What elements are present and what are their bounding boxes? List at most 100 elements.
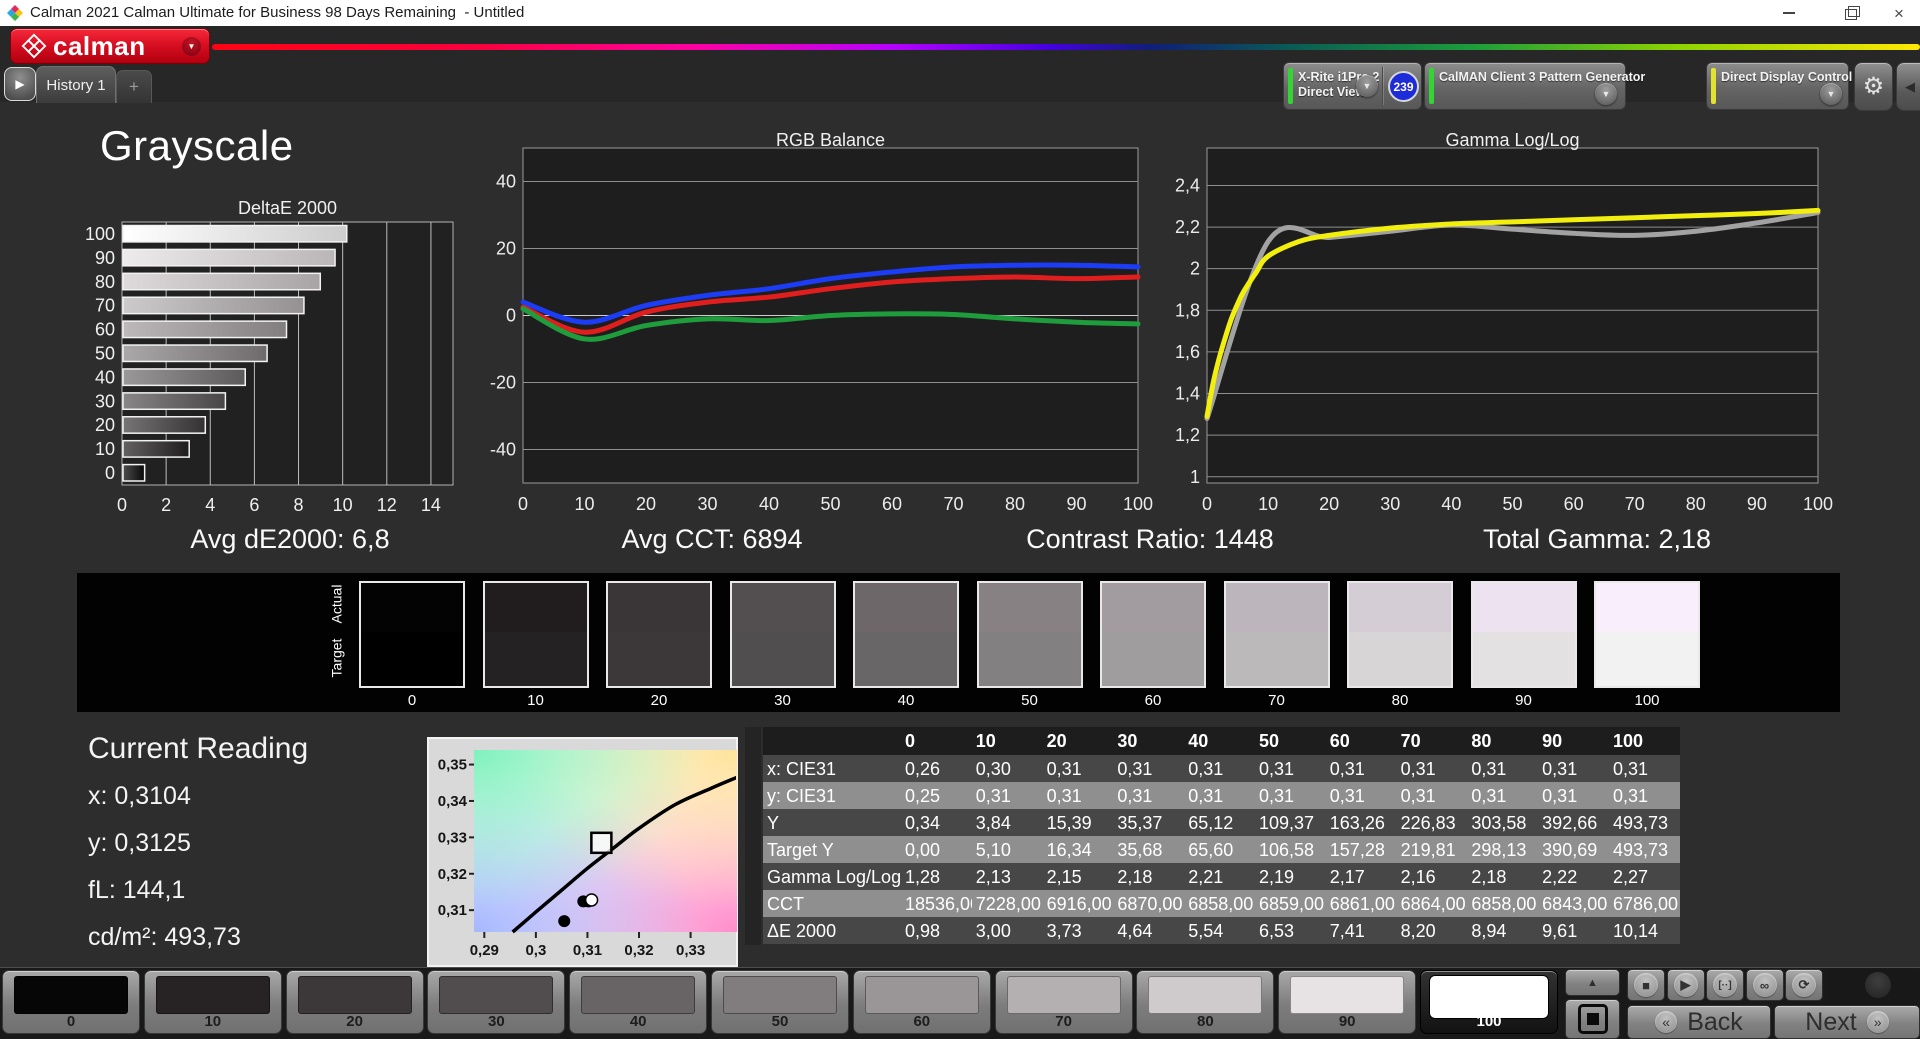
deltae-chart-svg: 0 2 4 6 8 10 12 141009080706050403020100 — [85, 221, 454, 515]
swatch-70 — [1223, 581, 1330, 688]
collapse-panel-button[interactable]: ◀ — [1896, 62, 1920, 111]
table-column-header: 40 — [1188, 731, 1209, 751]
rgb-box-svg: 40200-20-400 10 20 30 40 50 60 70 80 90 100 — [490, 147, 1153, 514]
pattern-panel-up-button[interactable]: ▲ — [1565, 969, 1620, 996]
continuous-icon: ∞ — [1752, 973, 1777, 997]
swatch-60 — [1100, 581, 1206, 688]
table-cell: 0,34 — [905, 813, 941, 833]
settings-button[interactable]: ⚙ — [1854, 62, 1893, 111]
chevron-down-icon[interactable]: ▼ — [1820, 83, 1842, 105]
current-reading-x: x: 0,3104 — [88, 782, 191, 810]
swatch-80 — [1347, 581, 1453, 688]
chevron-down-icon[interactable]: ▼ — [1356, 75, 1378, 97]
play-button[interactable]: ▶ — [1666, 969, 1705, 1001]
stop-button[interactable]: ■ — [1627, 969, 1665, 1001]
top-chrome — [0, 26, 1920, 102]
table-cell: 157,28 — [1329, 840, 1385, 860]
svg-text:-20: -20 — [490, 373, 516, 393]
pattern-patch-label: 60 — [913, 1013, 931, 1030]
chevron-up-icon: ▲ — [1587, 976, 1598, 989]
table-cell: 5,10 — [975, 840, 1011, 860]
table-cell: 0,26 — [905, 759, 941, 779]
swatch-actual — [361, 583, 463, 633]
close-button[interactable]: × — [1878, 0, 1920, 26]
table-cell: 3,00 — [975, 921, 1011, 941]
pattern-patch-button-50[interactable]: 50 — [711, 970, 849, 1034]
pattern-patch-label: 30 — [488, 1013, 505, 1030]
minimize-icon — [1783, 12, 1795, 14]
workflow-nav-button[interactable]: ▶ — [4, 67, 36, 101]
svg-text:90: 90 — [1747, 494, 1767, 514]
pattern-patch-button-30[interactable]: 30 — [427, 970, 566, 1034]
table-cell: 2,16 — [1400, 867, 1436, 887]
pattern-window-button[interactable] — [1565, 999, 1620, 1039]
restore-button[interactable] — [1830, 0, 1872, 26]
chevron-down-icon[interactable]: ▼ — [182, 37, 201, 56]
pattern-patch-swatch — [581, 976, 696, 1014]
svg-text:0,32: 0,32 — [624, 942, 653, 959]
series-button[interactable]: [··] — [1706, 969, 1744, 1001]
svg-text:0,31: 0,31 — [573, 942, 602, 959]
continuous-button[interactable]: ∞ — [1745, 969, 1784, 1001]
target-white-point-marker — [590, 831, 613, 855]
deltae-bar — [122, 463, 146, 482]
table-cell: 6,53 — [1258, 921, 1295, 941]
pattern-patch-button-20[interactable]: 20 — [285, 970, 424, 1034]
table-cell: 3,73 — [1046, 921, 1082, 941]
svg-text:80: 80 — [1005, 494, 1025, 514]
pattern-patch-label: 100 — [1476, 1013, 1502, 1030]
pattern-patch-button-40[interactable]: 40 — [569, 970, 708, 1034]
pattern-patch-button-70[interactable]: 70 — [994, 970, 1133, 1034]
add-tab-button[interactable]: + — [116, 70, 152, 103]
calman-menu-button[interactable]: calman ▼ — [10, 28, 210, 64]
svg-text:0: 0 — [1202, 494, 1212, 514]
table-cell: 0,31 — [1612, 759, 1649, 779]
table-cell: 6858,00 — [1188, 894, 1254, 914]
deltae-bar — [122, 272, 322, 291]
svg-text:8: 8 — [294, 495, 304, 515]
target-row-label: Target — [328, 638, 345, 678]
pattern-patch-button-80[interactable]: 80 — [1136, 970, 1275, 1034]
svg-text:10: 10 — [574, 494, 594, 514]
pattern-patch-button-60[interactable]: 60 — [852, 970, 991, 1034]
meter-selector[interactable]: X-Rite i1Pro 2 Direct View ▼ 239 — [1283, 62, 1422, 110]
deltae-chart: DeltaE 2000 0 2 4 6 8 10 12 14 100 90 80 70 60 50 40 30… — [60, 196, 480, 530]
table-cell: 0,31 — [1188, 759, 1224, 779]
pattern-generator-selector[interactable]: CalMAN Client 3 Pattern Generator ▼ — [1424, 62, 1645, 110]
cie-chart-svg: 0,35 0,34 0,33 0,32 0,31 0,29 0,3 0,31 0,32 0,33 — [438, 757, 736, 959]
table-cell: 6786,00 — [1612, 894, 1679, 914]
minimize-button[interactable] — [1768, 0, 1810, 26]
svg-text:0: 0 — [105, 463, 115, 483]
pattern-patch-button-10[interactable]: 10 — [143, 970, 282, 1034]
pattern-patch-button-90[interactable]: 90 — [1278, 970, 1417, 1034]
display-control-selector[interactable]: Direct Display Control ▼ — [1706, 62, 1852, 110]
svg-text:2,4: 2,4 — [1175, 175, 1200, 195]
pattern-patch-swatch — [1290, 976, 1405, 1014]
svg-text:2,2: 2,2 — [1175, 217, 1200, 237]
pattern-patch-button-0[interactable]: 0 — [2, 970, 140, 1034]
next-button[interactable]: Next » — [1774, 1005, 1920, 1039]
tab-history-1[interactable]: History 1 — [36, 66, 116, 103]
chevron-down-icon[interactable]: ▼ — [1595, 83, 1617, 105]
table-cell: 0,31 — [1188, 786, 1224, 806]
gamma-chart-title: Gamma Log/Log — [1445, 130, 1580, 150]
svg-text:10: 10 — [333, 495, 353, 515]
svg-text:1: 1 — [1190, 467, 1200, 487]
table-cell: 35,68 — [1117, 840, 1163, 860]
table-cell: 10,14 — [1612, 921, 1659, 941]
svg-text:2: 2 — [1190, 259, 1200, 279]
table-row-label: y: CIE31 — [767, 786, 837, 806]
measured-point — [558, 915, 571, 928]
table-cell: 0,31 — [1400, 786, 1436, 806]
svg-text:100: 100 — [1803, 494, 1833, 514]
table-cell: 2,21 — [1188, 867, 1224, 887]
table-row-label: x: CIE31 — [767, 759, 837, 779]
current-reading-cdm2: cd/m²: 493,73 — [88, 923, 241, 951]
refresh-button[interactable]: ⟳ — [1785, 969, 1823, 1001]
deltae-bar — [122, 296, 305, 315]
svg-text:10: 10 — [1258, 494, 1278, 514]
table-column-header: 50 — [1258, 731, 1280, 751]
back-button[interactable]: « Back — [1627, 1005, 1771, 1039]
actual-row-label: Actual — [328, 584, 345, 624]
pattern-patch-button-100[interactable]: 100 — [1420, 970, 1558, 1034]
